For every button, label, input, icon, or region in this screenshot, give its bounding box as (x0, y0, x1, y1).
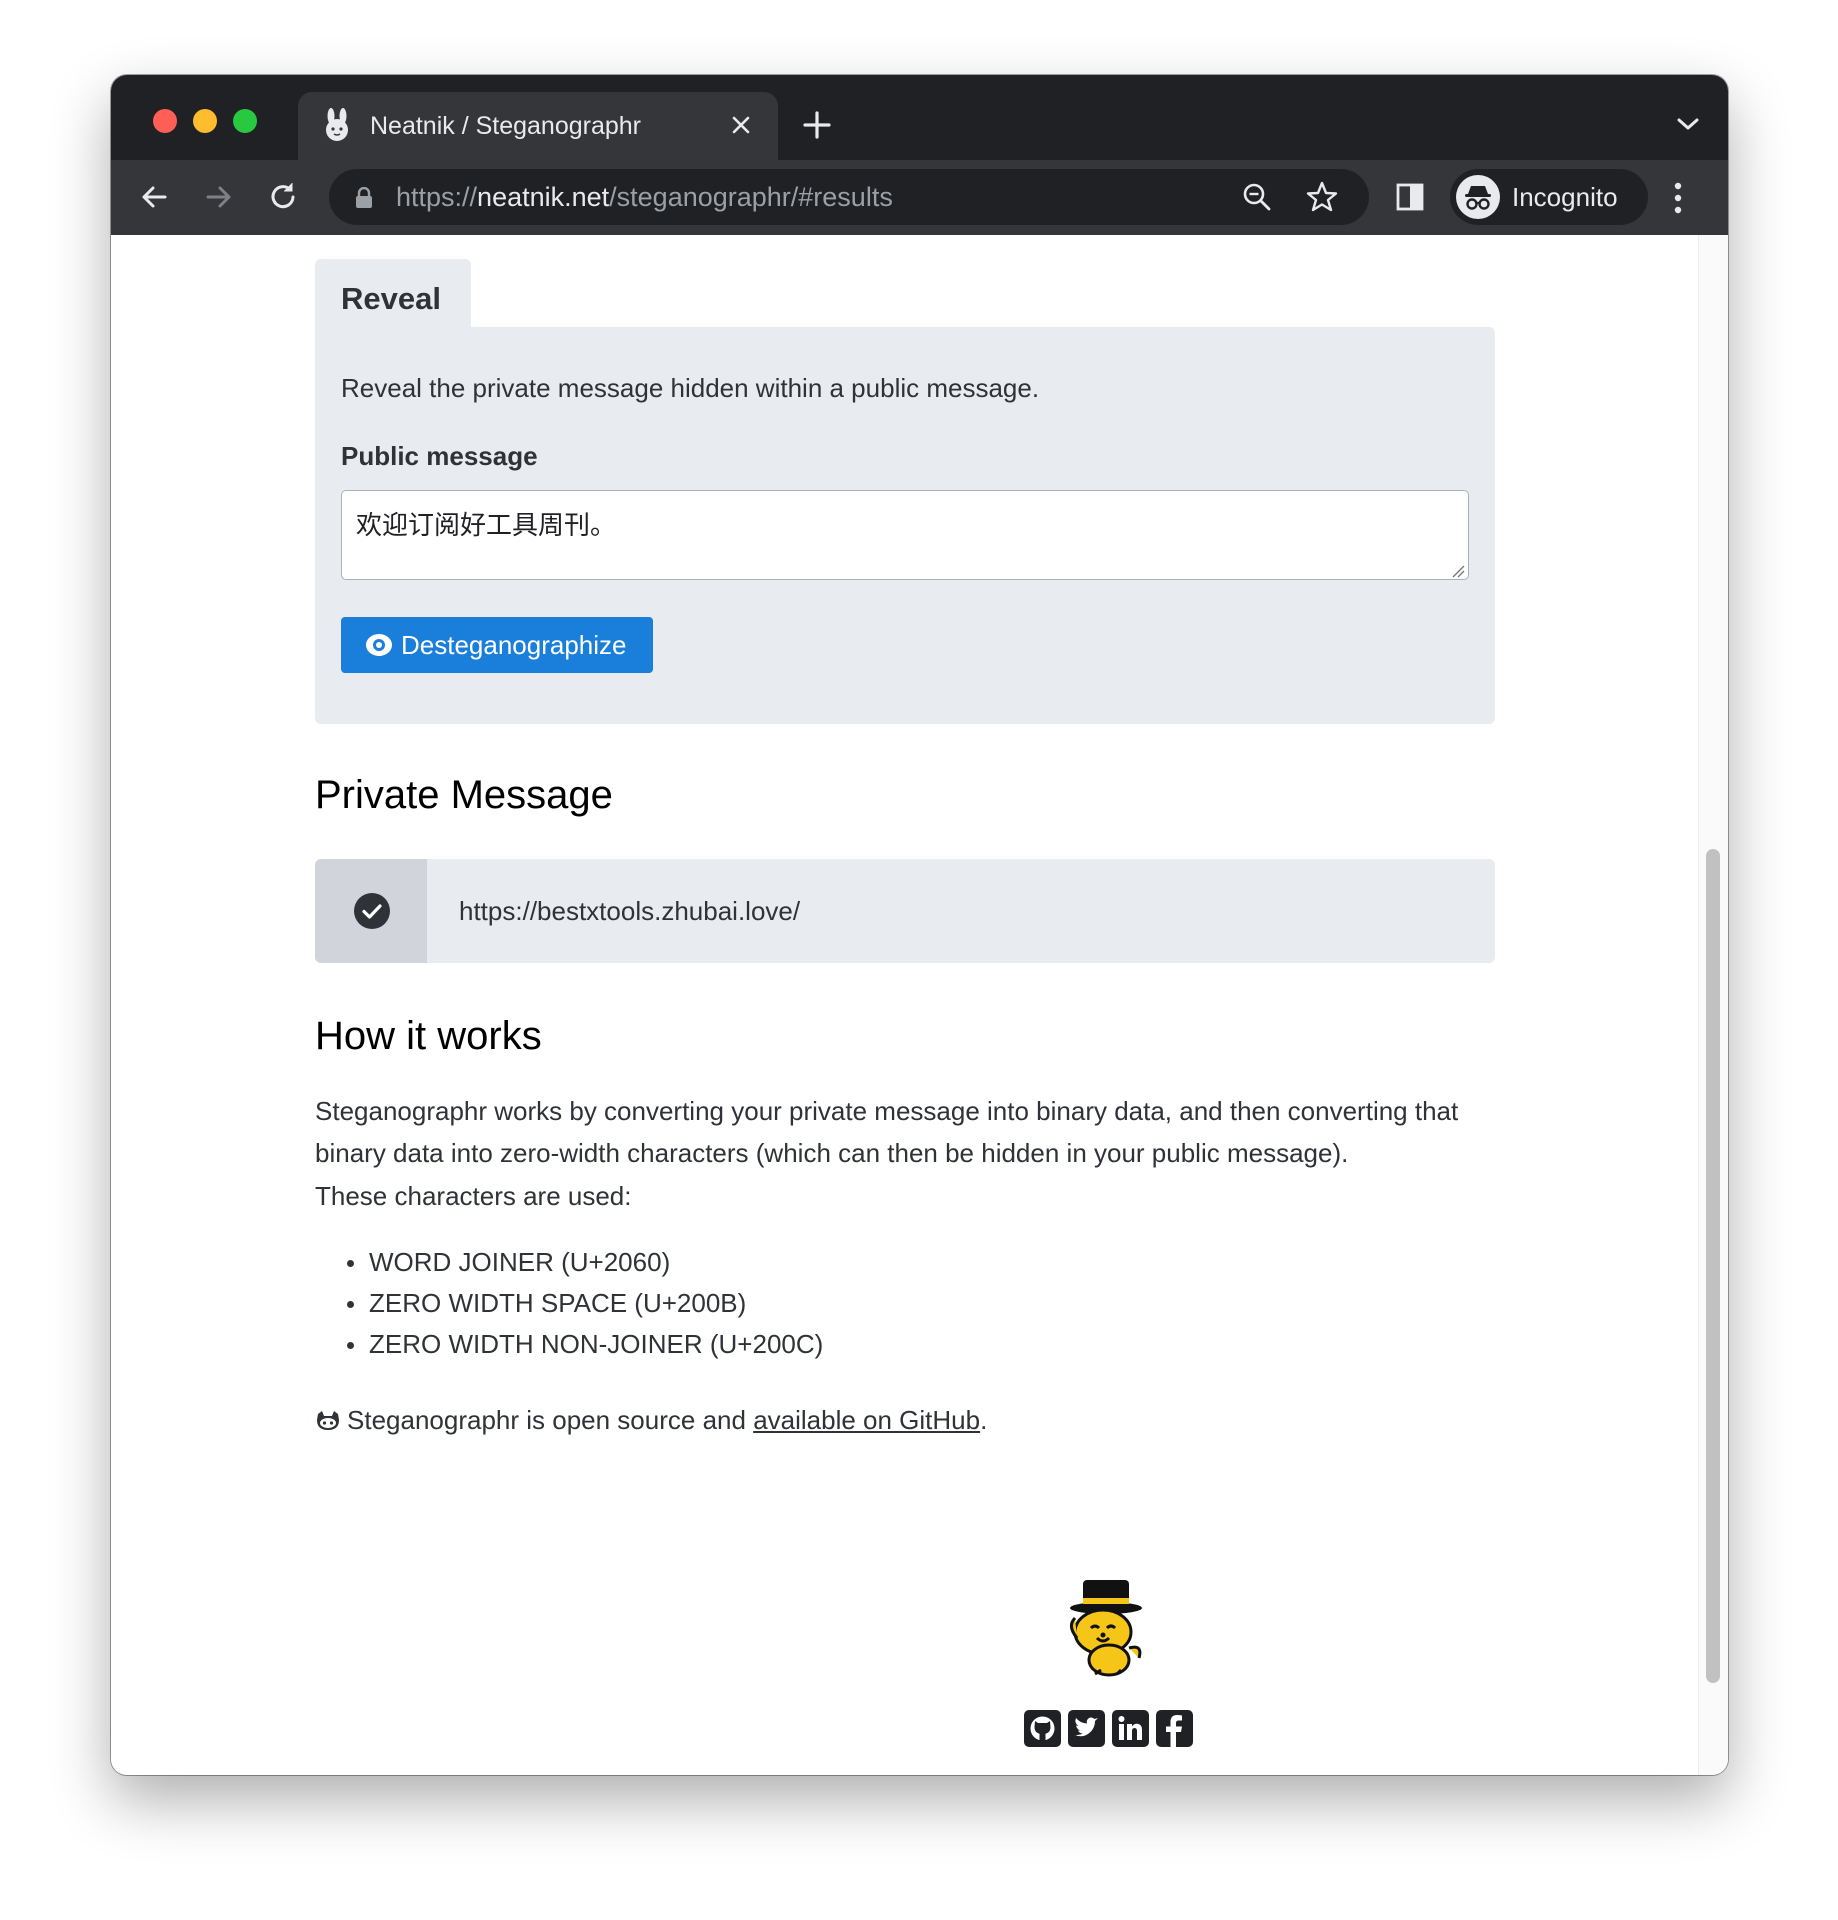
zoom-icon[interactable] (1241, 181, 1273, 213)
star-icon[interactable] (1305, 180, 1339, 214)
social-links (1024, 1710, 1193, 1747)
eye-icon (366, 634, 392, 656)
private-message-heading: Private Message (315, 773, 613, 817)
minimize-window-button[interactable] (193, 109, 217, 133)
tab-reveal-label: Reveal (341, 281, 441, 316)
private-message-value[interactable]: https://bestxtools.zhubai.love/ (459, 896, 800, 927)
address-bar[interactable]: https://neatnik.net/steganographr/#resul… (329, 169, 1369, 225)
result-status-cell (315, 859, 427, 963)
tab-reveal[interactable]: Reveal (315, 259, 471, 329)
open-source-text: Steganographr is open source and (347, 1405, 746, 1435)
github-link[interactable]: available on GitHub (753, 1405, 980, 1436)
tab-steganographr[interactable]: Neatnik / Steganographr (298, 92, 778, 160)
chevron-down-icon[interactable] (1676, 115, 1700, 133)
list-item: ZERO WIDTH NON-JOINER (U+200C) (315, 1324, 1495, 1365)
url-text[interactable]: https://neatnik.net/steganographr/#resul… (396, 182, 893, 213)
back-arrow-icon[interactable] (137, 180, 171, 214)
public-message-label: Public message (341, 441, 538, 471)
resize-handle-icon[interactable] (1451, 564, 1465, 578)
desteganographize-button[interactable]: Desteganographize (341, 617, 653, 673)
list-item: WORD JOINER (U+2060) (315, 1242, 1495, 1283)
scrollbar-thumb[interactable] (1706, 849, 1720, 1683)
reveal-panel: Reveal the private message hidden within… (315, 327, 1495, 724)
forward-arrow-icon[interactable] (202, 180, 236, 214)
side-panel-icon[interactable] (1394, 181, 1426, 213)
incognito-icon (1456, 175, 1500, 219)
browser-toolbar: https://neatnik.net/steganographr/#resul… (111, 160, 1728, 235)
incognito-profile-button[interactable]: Incognito (1450, 169, 1648, 225)
github-icon[interactable] (1024, 1710, 1061, 1747)
octocat-icon (317, 1410, 339, 1430)
more-vert-icon[interactable] (1671, 178, 1685, 218)
close-window-button[interactable] (153, 109, 177, 133)
open-source-end: . (980, 1405, 988, 1435)
linkedin-icon[interactable] (1112, 1710, 1149, 1747)
private-message-result: https://bestxtools.zhubai.love/ (315, 859, 1495, 963)
desteganographize-label: Desteganographize (401, 629, 627, 660)
public-message-input[interactable]: 欢迎订阅好工具周刊。 (341, 490, 1469, 580)
characters-intro: These characters are used: (315, 1181, 632, 1211)
check-circle-icon (354, 893, 390, 929)
reload-icon[interactable] (266, 180, 300, 214)
characters-list: WORD JOINER (U+2060) ZERO WIDTH SPACE (U… (315, 1242, 1495, 1365)
how-it-works-heading: How it works (315, 1014, 542, 1058)
list-item: ZERO WIDTH SPACE (U+200B) (315, 1283, 1495, 1324)
mascot-icon (1070, 1580, 1142, 1677)
bunny-favicon-icon (326, 108, 348, 141)
facebook-icon[interactable] (1156, 1710, 1193, 1747)
reveal-description: Reveal the private message hidden within… (341, 373, 1040, 403)
scrollbar[interactable] (1698, 235, 1728, 1775)
plus-icon[interactable] (801, 109, 833, 141)
page-viewport: Reveal Reveal the private message hidden… (111, 235, 1728, 1775)
browser-window: Neatnik / Steganographr https://neatnik.… (111, 75, 1728, 1775)
incognito-label: Incognito (1512, 182, 1618, 212)
lock-icon[interactable] (355, 187, 373, 209)
how-it-works-paragraph: Steganographr works by converting your p… (315, 1096, 1459, 1168)
zoom-window-button[interactable] (233, 109, 257, 133)
title-bar: Neatnik / Steganographr (111, 75, 1728, 160)
tab-title: Neatnik / Steganographr (370, 112, 642, 140)
open-source-note: Steganographr is open source and availab… (315, 1405, 987, 1436)
twitter-icon[interactable] (1068, 1710, 1105, 1747)
close-icon[interactable] (724, 108, 758, 142)
